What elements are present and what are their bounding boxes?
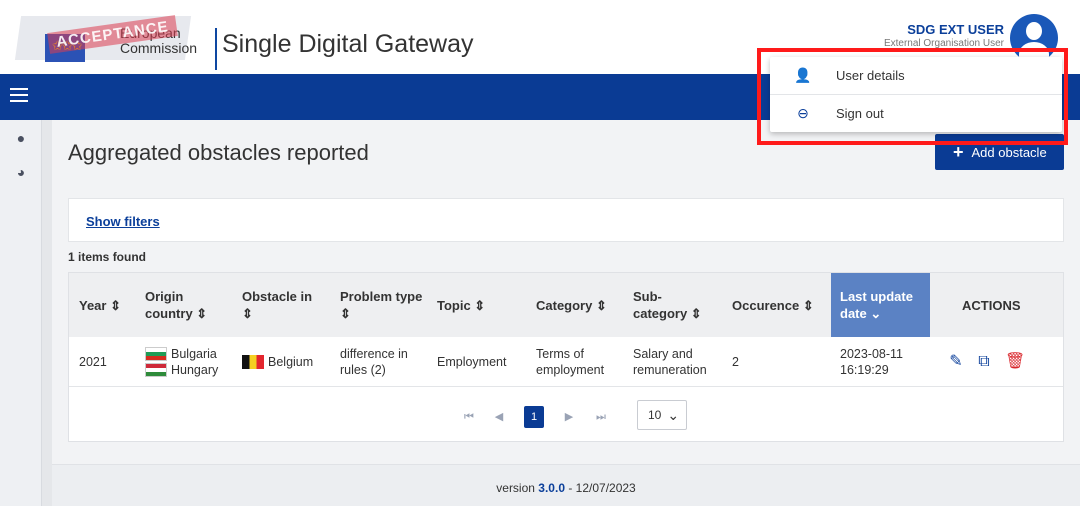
copy-icon[interactable]: ⧉ bbox=[975, 353, 993, 371]
european-commission-logo[interactable]: ✩✩✩ European Commission ACCEPTANCE bbox=[12, 10, 217, 70]
hungary-flag-icon bbox=[145, 363, 167, 377]
logo-line-2: Commission bbox=[120, 40, 198, 56]
user-name: SDG EXT USER bbox=[907, 22, 1004, 37]
column-origin-country[interactable]: Origin country ⇕ bbox=[145, 273, 231, 337]
column-year[interactable]: Year ⇕ bbox=[79, 273, 139, 337]
edit-pencil-icon[interactable]: ✎ bbox=[947, 353, 965, 371]
main-content: Aggregated obstacles reported + Add obst… bbox=[52, 120, 1080, 506]
version-date: - 12/07/2023 bbox=[565, 481, 636, 495]
column-actions: ACTIONS bbox=[962, 297, 1021, 313]
menu-item-label: Sign out bbox=[836, 106, 884, 121]
filters-panel: Show filters bbox=[68, 198, 1064, 242]
add-obstacle-button[interactable]: + Add obstacle bbox=[935, 134, 1064, 170]
hamburger-menu-icon[interactable] bbox=[10, 88, 28, 104]
bulgaria-flag-icon bbox=[145, 347, 167, 361]
column-topic[interactable]: Topic ⇕ bbox=[437, 273, 527, 337]
app-title: Single Digital Gateway bbox=[222, 30, 474, 58]
user-icon: 👤 bbox=[794, 67, 812, 83]
cell-last-update: 2023-08-11 16:19:29 bbox=[840, 347, 904, 377]
chevron-down-icon: ⌄ bbox=[667, 406, 680, 423]
logo-divider bbox=[215, 28, 217, 70]
delete-trash-icon[interactable]: 🗑 bbox=[1005, 353, 1025, 371]
cell-topic: Employment bbox=[437, 355, 507, 369]
column-sub-category[interactable]: Sub-category ⇕ bbox=[633, 273, 715, 337]
cell-year: 2021 bbox=[79, 355, 107, 369]
user-dropdown-menu: 👤 User details ⊖ Sign out bbox=[770, 57, 1062, 132]
first-page-icon[interactable]: ⏮ bbox=[459, 406, 479, 428]
left-rail: ● ◕ bbox=[0, 120, 42, 506]
avatar[interactable] bbox=[1010, 14, 1058, 62]
show-filters-link[interactable]: Show filters bbox=[86, 214, 160, 229]
page-size-select[interactable]: 10 ⌄ bbox=[637, 400, 687, 430]
user-role: External Organisation User bbox=[883, 38, 1004, 49]
next-page-icon[interactable]: ▶ bbox=[559, 406, 579, 428]
rail-divider bbox=[42, 120, 52, 506]
footer: version 3.0.0 - 12/07/2023 bbox=[52, 464, 1080, 506]
column-problem-type[interactable]: Problem type ⇕ bbox=[340, 273, 424, 337]
obstacles-table: Year ⇕ Origin country ⇕ Obstacle in ⇕ Pr… bbox=[68, 272, 1064, 442]
table-header: Year ⇕ Origin country ⇕ Obstacle in ⇕ Pr… bbox=[69, 273, 1063, 337]
menu-item-sign-out[interactable]: ⊖ Sign out bbox=[770, 95, 1062, 132]
items-found-count: 1 items found bbox=[68, 250, 147, 264]
prev-page-icon[interactable]: ◀ bbox=[489, 406, 509, 428]
page-size-value: 10 bbox=[648, 408, 662, 422]
cell-category: Terms of employment bbox=[536, 347, 605, 377]
column-occurence[interactable]: Occurence ⇕ bbox=[732, 273, 830, 337]
pagination: ⏮ ◀ 1 ▶ ⏭ 10 ⌄ bbox=[69, 388, 1063, 442]
origin-country-1: Bulgaria bbox=[171, 347, 217, 361]
page-button-1[interactable]: 1 bbox=[524, 406, 544, 428]
column-obstacle-in[interactable]: Obstacle in ⇕ bbox=[242, 273, 326, 337]
column-last-update-date[interactable]: Last update date ⌄ bbox=[831, 273, 930, 337]
cell-origin-country: Bulgaria Hungary bbox=[145, 337, 235, 387]
sign-out-icon: ⊖ bbox=[797, 105, 809, 121]
cell-problem-type: difference in rules (2) bbox=[340, 347, 408, 377]
pie-chart-icon[interactable]: ◕ bbox=[11, 162, 31, 182]
menu-item-label: User details bbox=[836, 68, 905, 83]
version-info: version 3.0.0 - 12/07/2023 bbox=[52, 481, 1080, 495]
version-number: 3.0.0 bbox=[538, 481, 565, 495]
menu-item-user-details[interactable]: 👤 User details bbox=[770, 57, 1062, 94]
cell-occurence: 2 bbox=[732, 355, 739, 369]
column-category[interactable]: Category ⇕ bbox=[536, 273, 626, 337]
page-title: Aggregated obstacles reported bbox=[68, 140, 369, 165]
add-obstacle-label: Add obstacle bbox=[971, 144, 1047, 160]
plus-icon: + bbox=[953, 142, 964, 162]
obstacle-country: Belgium bbox=[268, 355, 314, 369]
version-prefix: version bbox=[496, 481, 539, 495]
cell-obstacle-in: Belgium bbox=[242, 337, 332, 387]
belgium-flag-icon bbox=[242, 355, 264, 369]
alert-circle-icon[interactable]: ● bbox=[11, 128, 31, 148]
last-page-icon[interactable]: ⏭ bbox=[591, 406, 611, 428]
cell-sub-category: Salary and remuneration bbox=[633, 347, 707, 377]
origin-country-2: Hungary bbox=[171, 363, 219, 377]
table-row[interactable]: 2021 Bulgaria Hungary Belgium difference… bbox=[69, 337, 1063, 387]
